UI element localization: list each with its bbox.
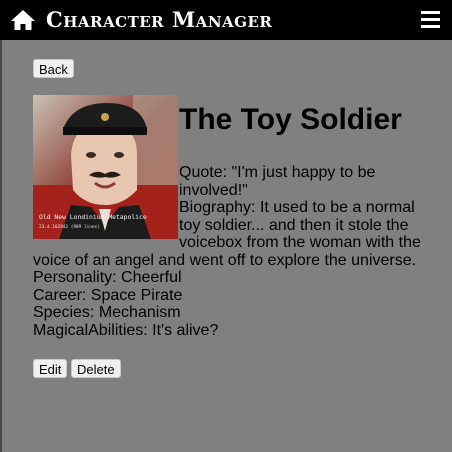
character-magical-abilities: MagicalAbilities: It's alive? — [33, 321, 219, 339]
home-icon[interactable] — [10, 9, 36, 31]
app-title: Character Manager — [46, 7, 273, 32]
top-navigation-bar: Character Manager — [0, 0, 452, 40]
svg-text:Old New Londinium Metapolice: Old New Londinium Metapolice — [39, 213, 147, 221]
delete-button[interactable]: Delete — [71, 359, 121, 378]
left-divider — [0, 40, 2, 452]
character-portrait: Old New Londinium Metapolice 23.4.102842… — [33, 95, 178, 239]
svg-text:23.4.102842 (989 lines): 23.4.102842 (989 lines) — [39, 224, 100, 230]
edit-button[interactable]: Edit — [33, 359, 68, 378]
character-career: Career: Space Pirate — [33, 286, 183, 304]
character-species: Species: Mechanism — [33, 304, 181, 321]
portrait-image: Old New Londinium Metapolice 23.4.102842… — [33, 95, 178, 239]
back-button[interactable]: Back — [33, 59, 74, 78]
character-personality: Personality: Cheerful — [33, 269, 182, 286]
character-details: Old New Londinium Metapolice 23.4.102842… — [33, 95, 428, 339]
hamburger-menu-icon[interactable] — [421, 11, 440, 28]
